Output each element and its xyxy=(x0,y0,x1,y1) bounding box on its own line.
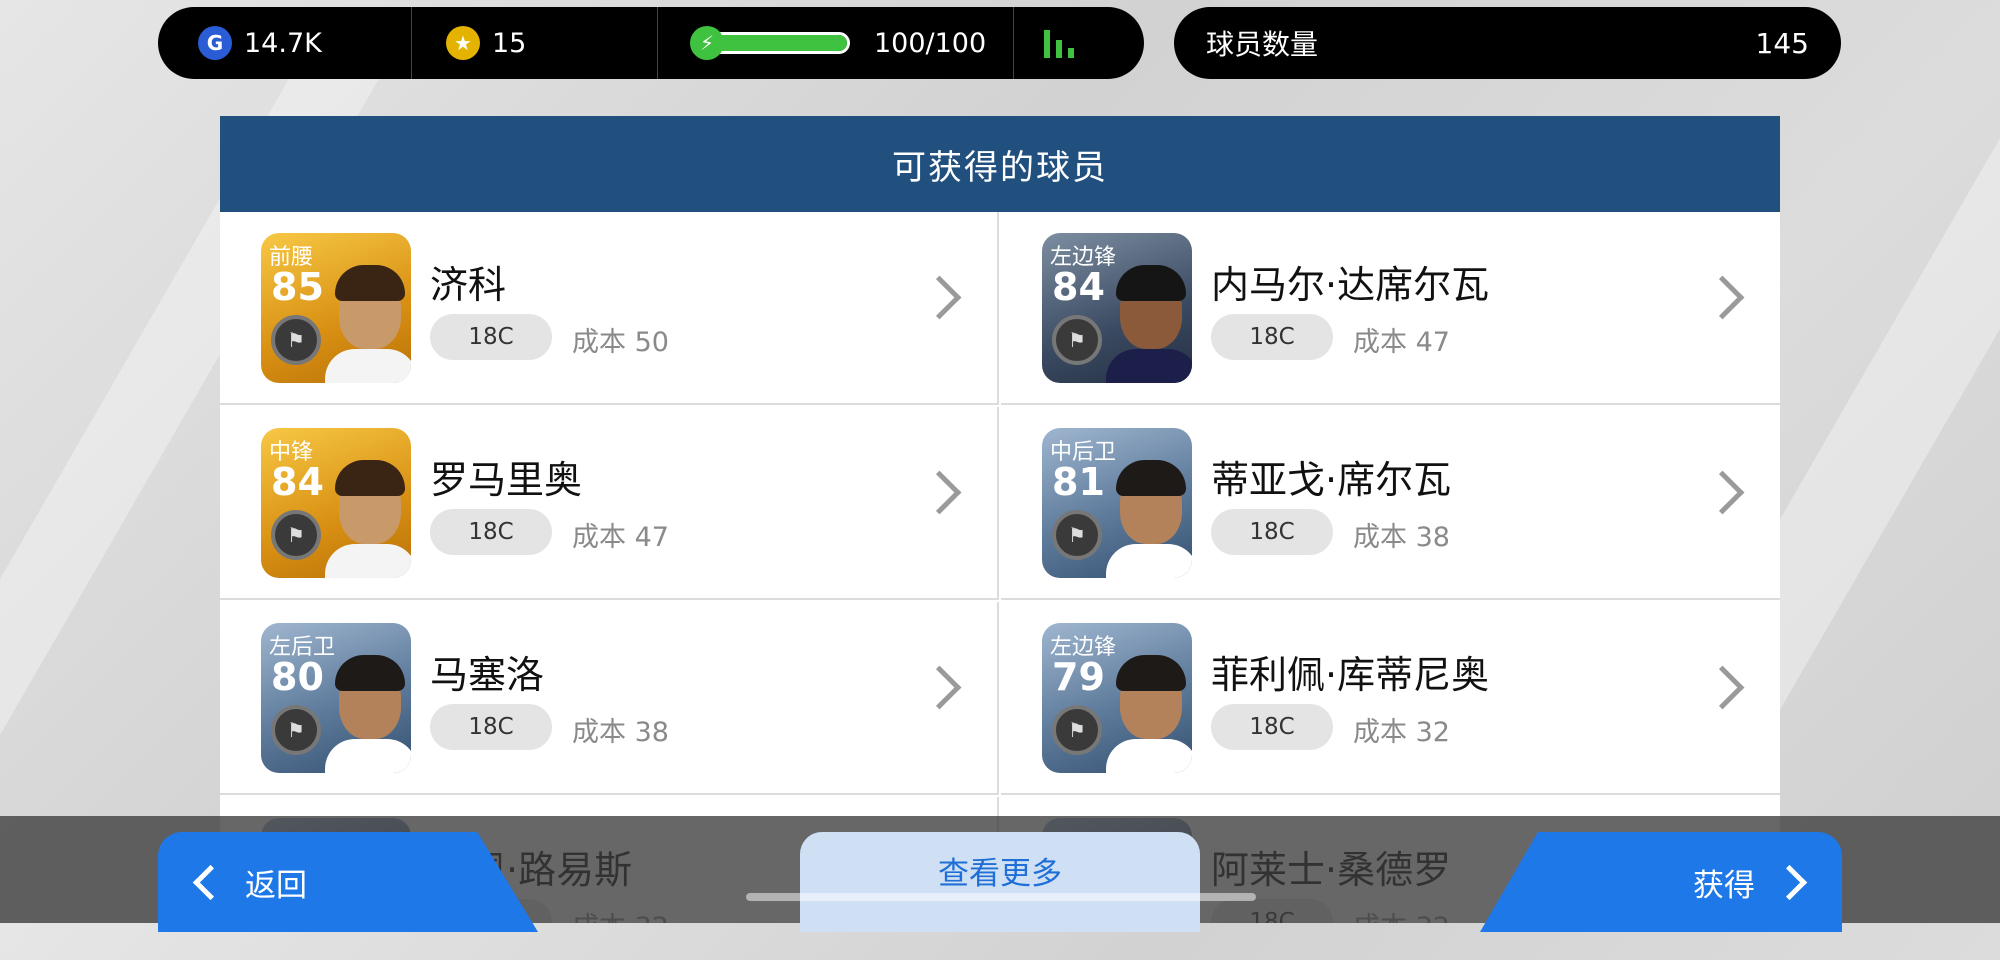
energy-fill xyxy=(713,35,847,51)
view-more-button[interactable]: 查看更多 xyxy=(800,832,1200,932)
player-face xyxy=(325,655,411,773)
player-card[interactable]: 左后卫 80 ⚑ 马塞洛 18C 成本 38 xyxy=(220,602,999,795)
player-cost: 成本 47 xyxy=(572,522,669,553)
player-count-value: 145 xyxy=(1755,26,1809,60)
player-name: 内马尔·达席尔瓦 xyxy=(1211,263,1490,307)
player-name: 济科 xyxy=(430,263,507,307)
club-emblem-icon: ⚑ xyxy=(1052,510,1102,560)
player-portrait: 左后卫 80 ⚑ xyxy=(261,623,411,773)
back-button[interactable]: 返回 xyxy=(158,832,538,932)
stats-button[interactable] xyxy=(1014,7,1142,79)
g-coin-icon: G xyxy=(198,26,232,60)
player-cost: 成本 32 xyxy=(1353,717,1450,748)
player-card[interactable]: 中后卫 81 ⚑ 蒂亚戈·席尔瓦 18C 成本 38 xyxy=(1001,407,1780,600)
player-face xyxy=(325,460,411,578)
player-name: 菲利佩·库蒂尼奥 xyxy=(1211,653,1490,697)
gp-value: 14.7K xyxy=(244,27,322,59)
chevron-left-icon xyxy=(192,864,229,900)
chevron-right-icon xyxy=(917,470,962,515)
player-card[interactable]: 左边锋 84 ⚑ 内马尔·达席尔瓦 18C 成本 47 xyxy=(1001,212,1780,405)
chevron-right-icon xyxy=(917,275,962,320)
energy-bar xyxy=(710,32,850,54)
player-count-bar: 球员数量 145 xyxy=(1174,7,1841,79)
player-rating: 81 xyxy=(1052,460,1105,504)
star-coin-icon: ★ xyxy=(446,26,480,60)
player-portrait: 中后卫 81 ⚑ xyxy=(1042,428,1192,578)
chevron-right-icon xyxy=(917,665,962,710)
bar-chart-icon xyxy=(1044,28,1074,58)
player-count-label: 球员数量 xyxy=(1206,28,1319,61)
chevron-right-icon xyxy=(1700,275,1745,320)
player-portrait: 前腰 85 ⚑ xyxy=(261,233,411,383)
resource-bar: G 14.7K ★ 15 ⚡ 100/100 xyxy=(158,7,1144,79)
player-face xyxy=(1106,265,1192,383)
player-name: 罗马里奥 xyxy=(430,458,583,502)
player-card[interactable]: 左边锋 79 ⚑ 菲利佩·库蒂尼奥 18C 成本 32 xyxy=(1001,602,1780,795)
club-emblem-icon: ⚑ xyxy=(1052,705,1102,755)
club-emblem-icon: ⚑ xyxy=(1052,315,1102,365)
player-rating: 80 xyxy=(271,655,324,699)
coin-value: 15 xyxy=(492,27,527,59)
player-portrait: 左边锋 84 ⚑ xyxy=(1042,233,1192,383)
energy-meter[interactable]: ⚡ 100/100 xyxy=(658,7,1014,79)
player-badge: 18C xyxy=(430,704,552,750)
player-badge: 18C xyxy=(1211,509,1333,555)
chevron-right-icon xyxy=(1700,470,1745,515)
player-badge: 18C xyxy=(430,509,552,555)
player-cost: 成本 50 xyxy=(572,327,669,358)
player-rating: 84 xyxy=(271,460,324,504)
player-cost: 成本 47 xyxy=(1353,327,1450,358)
player-badge: 18C xyxy=(1211,314,1333,360)
player-face xyxy=(1106,460,1192,578)
obtain-button[interactable]: 获得 xyxy=(1480,832,1842,932)
player-rating: 79 xyxy=(1052,655,1105,699)
player-badge: 18C xyxy=(1211,704,1333,750)
player-portrait: 中锋 84 ⚑ xyxy=(261,428,411,578)
coin-balance[interactable]: ★ 15 xyxy=(412,7,658,79)
player-portrait: 左边锋 79 ⚑ xyxy=(1042,623,1192,773)
player-rating: 85 xyxy=(271,265,324,309)
back-label: 返回 xyxy=(245,867,307,904)
player-cost: 成本 38 xyxy=(1353,522,1450,553)
obtain-label: 获得 xyxy=(1693,867,1755,904)
club-emblem-icon: ⚑ xyxy=(271,705,321,755)
player-name: 蒂亚戈·席尔瓦 xyxy=(1211,458,1452,502)
energy-value: 100/100 xyxy=(874,27,987,59)
panel-title: 可获得的球员 xyxy=(220,116,1780,212)
home-indicator xyxy=(746,893,1256,901)
player-cost: 成本 38 xyxy=(572,717,669,748)
club-emblem-icon: ⚑ xyxy=(271,315,321,365)
chevron-right-icon xyxy=(1700,665,1745,710)
view-more-label: 查看更多 xyxy=(938,855,1062,892)
player-card[interactable]: 中锋 84 ⚑ 罗马里奥 18C 成本 47 xyxy=(220,407,999,600)
lightning-icon: ⚡ xyxy=(690,26,724,60)
player-face xyxy=(325,265,411,383)
player-badge: 18C xyxy=(430,314,552,360)
player-card[interactable]: 前腰 85 ⚑ 济科 18C 成本 50 xyxy=(220,212,999,405)
player-face xyxy=(1106,655,1192,773)
chevron-right-icon xyxy=(1771,864,1808,900)
player-name: 马塞洛 xyxy=(430,653,545,697)
club-emblem-icon: ⚑ xyxy=(271,510,321,560)
gp-balance[interactable]: G 14.7K xyxy=(158,7,412,79)
player-rating: 84 xyxy=(1052,265,1105,309)
